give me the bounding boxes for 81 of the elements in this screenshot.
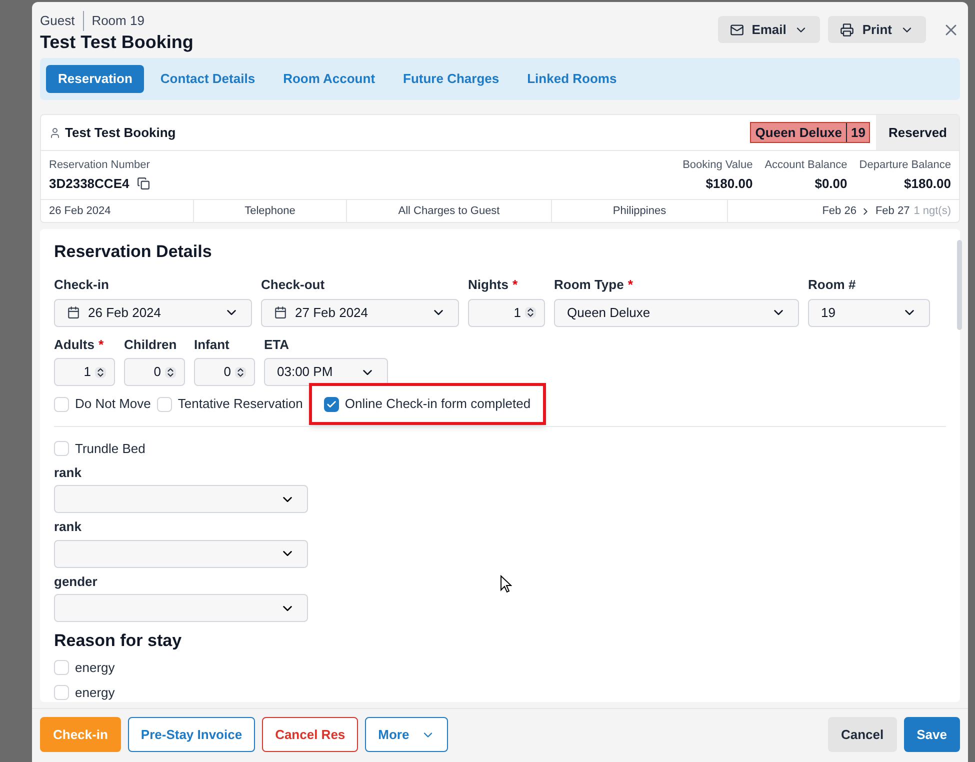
status-label: Reserved [876,115,959,150]
required-mark: * [512,276,518,294]
field-label: rank [54,518,82,536]
checkbox-label: Tentative Reservation [178,395,303,414]
check-icon [326,398,337,410]
select-field[interactable]: Queen Deluxe [554,298,799,326]
footer-button[interactable]: Cancel Res [262,717,358,752]
checkbox-label: energy [75,659,115,677]
mail-icon [730,22,744,36]
field-label: rank [54,464,82,482]
field-label: ETA [264,336,290,354]
guest-label: Guest [40,11,84,30]
arrival-date: Feb 26 [822,204,856,219]
copy-icon[interactable] [137,176,150,190]
tab[interactable]: Future Charges [391,65,512,93]
dialog-title: Test Test Booking [40,30,194,53]
section-title: Reason for stay [54,630,183,652]
spinner-icon[interactable] [525,307,536,318]
checkbox-label: Trundle Bed [75,440,146,458]
select-field[interactable] [54,540,308,568]
section-title: Reservation Details [54,241,213,263]
print-button[interactable]: Print [828,16,926,43]
checkbox-label: Do Not Move [75,395,151,414]
spinner-icon[interactable] [165,366,176,378]
field-label: Check-in [54,276,109,294]
required-mark: * [628,276,633,294]
field-label: Adults [54,336,94,354]
balance-value: $180.00 [706,174,753,192]
spinner-icon[interactable] [235,366,246,378]
info-cell: Telephone [194,200,347,222]
room-tag: Queen Deluxe 19 [750,122,870,143]
footer-button[interactable]: Pre-Stay Invoice [128,717,256,752]
field-label: gender [54,572,98,591]
date-field[interactable]: 27 Feb 2024 [261,298,459,326]
tab[interactable]: Reservation [46,65,144,93]
info-cell: 26 Feb 2024 [41,200,194,222]
balance-label: Departure Balance [859,158,951,173]
field-label: Infant [194,336,230,354]
select-field[interactable]: 19 [808,298,930,326]
balance-label: Account Balance [764,158,848,173]
email-button[interactable]: Email [718,16,820,43]
balance-value: $0.00 [814,174,848,192]
field-label: Children [124,336,177,354]
field-label: Room Type [554,276,624,294]
tab[interactable]: Room Account [271,65,388,93]
printer-icon [840,22,854,36]
select-field[interactable]: 03:00 PM [264,358,388,386]
field-label: Check-out [261,276,325,294]
guest-name: Test Test Booking [65,124,177,142]
number-field[interactable]: 0 [124,358,185,386]
calendar-icon [67,306,80,319]
checkbox-label: Online Check-in form completed [344,395,531,414]
reservation-number-label: Reservation Number [49,158,150,173]
footer-button[interactable]: Cancel [828,717,897,752]
info-cell: Philippines [552,200,728,222]
user-icon [49,126,61,138]
field-label: Room # [808,276,856,294]
date-field[interactable]: 26 Feb 2024 [54,298,252,326]
checkbox-label: energy [75,684,115,702]
number-field[interactable]: 1 [54,358,115,386]
info-cell: All Charges to Guest [347,200,552,222]
spinner-icon[interactable] [95,366,106,378]
footer-button[interactable]: Save [904,717,960,752]
tab[interactable]: Contact Details [148,65,268,93]
tab[interactable]: Linked Rooms [515,65,629,93]
balance-label: Booking Value [682,158,753,173]
reservation-number: 3D2338CCE4 [49,174,130,192]
nights-count: 1 ngt(s) [914,204,951,219]
pointer-icon [500,575,512,593]
balance-value: $180.00 [904,174,951,192]
required-mark: * [98,336,104,354]
number-field[interactable]: 0 [194,358,255,386]
departure-date: Feb 27 [875,204,910,219]
number-field[interactable]: 1 [468,298,545,326]
field-label: Nights [468,276,508,294]
select-field[interactable] [54,594,308,622]
checkbox[interactable] [324,396,339,412]
select-field[interactable] [54,485,308,513]
room-label: Room 19 [90,12,144,30]
more-menu-button[interactable]: More [365,717,448,752]
calendar-icon [274,306,287,319]
